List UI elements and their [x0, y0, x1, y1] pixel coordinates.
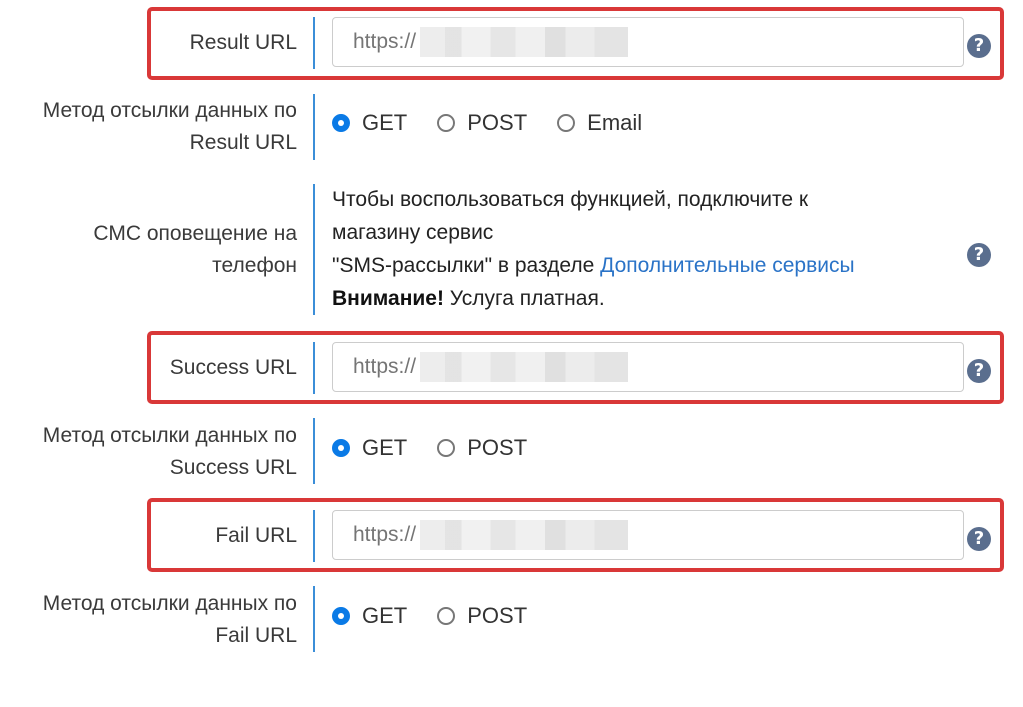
fail-url-input[interactable]: https://: [332, 510, 964, 560]
radio-post-circle[interactable]: [437, 114, 456, 132]
radio-get-circle[interactable]: [332, 114, 350, 132]
result-method-radio-group: GET POST Email: [332, 107, 672, 139]
radio-get-label: GET: [362, 603, 408, 628]
sms-divider: [313, 184, 315, 315]
result-url-input[interactable]: https://: [332, 17, 964, 67]
radio-post-circle[interactable]: [437, 607, 456, 625]
radio-email-circle[interactable]: [557, 114, 576, 132]
radio-email-label: Email: [587, 110, 643, 135]
radio-email[interactable]: Email: [557, 110, 642, 136]
radio-get[interactable]: GET: [332, 603, 407, 629]
success-method-divider: [313, 418, 315, 484]
radio-post[interactable]: POST: [437, 603, 527, 629]
radio-get-circle[interactable]: [332, 607, 350, 625]
result-method-divider: [313, 94, 315, 160]
radio-get-circle[interactable]: [332, 439, 350, 457]
radio-post[interactable]: POST: [437, 435, 527, 461]
success-method-label: Метод отсылки данных по Success URL: [42, 424, 297, 479]
question-circle-icon[interactable]: ?: [967, 34, 991, 58]
radio-post-label: POST: [467, 435, 528, 460]
fail-url-divider: [313, 510, 315, 562]
success-method-radio-group: GET POST: [332, 432, 557, 464]
fail-method-label: Метод отсылки данных по Fail URL: [42, 592, 297, 647]
success-url-value: https://: [353, 355, 417, 378]
result-method-label: Метод отсылки данных по Result URL: [42, 99, 297, 154]
success-url-label: Success URL: [169, 356, 297, 379]
fail-method-radio-group: GET POST: [332, 600, 557, 632]
sms-text-line1: Чтобы воспользоваться функцией, подключи…: [332, 188, 809, 211]
sms-text-line2: магазину сервис: [332, 221, 494, 244]
radio-get[interactable]: GET: [332, 435, 407, 461]
redacted-url-blur: [420, 520, 629, 550]
sms-warning: Внимание! Услуга платная.: [332, 287, 605, 310]
radio-post-label: POST: [467, 603, 528, 628]
fail-url-value: https://: [353, 523, 417, 546]
radio-get-label: GET: [362, 435, 408, 460]
question-circle-icon[interactable]: ?: [967, 359, 991, 383]
result-url-divider: [313, 17, 315, 69]
fail-method-divider: [313, 586, 315, 652]
sms-text-line3: "SMS-рассылки" в разделе Дополнительные …: [332, 254, 855, 277]
sms-description: Чтобы воспользоваться функцией, подключи…: [332, 183, 932, 315]
additional-services-link[interactable]: Дополнительные сервисы: [600, 254, 854, 277]
radio-get-label: GET: [362, 110, 408, 135]
sms-label: СМС оповещение на телефон: [93, 222, 297, 277]
success-url-input[interactable]: https://: [332, 342, 964, 392]
result-url-value: https://: [353, 30, 417, 53]
fail-url-label: Fail URL: [215, 524, 297, 547]
radio-post[interactable]: POST: [437, 110, 527, 136]
radio-get[interactable]: GET: [332, 110, 407, 136]
radio-post-label: POST: [467, 110, 528, 135]
redacted-url-blur: [420, 27, 629, 57]
result-url-label: Result URL: [189, 31, 297, 54]
redacted-url-blur: [420, 352, 629, 382]
question-circle-icon[interactable]: ?: [967, 527, 991, 551]
radio-post-circle[interactable]: [437, 439, 456, 457]
success-url-divider: [313, 342, 315, 394]
question-circle-icon[interactable]: ?: [967, 243, 991, 267]
